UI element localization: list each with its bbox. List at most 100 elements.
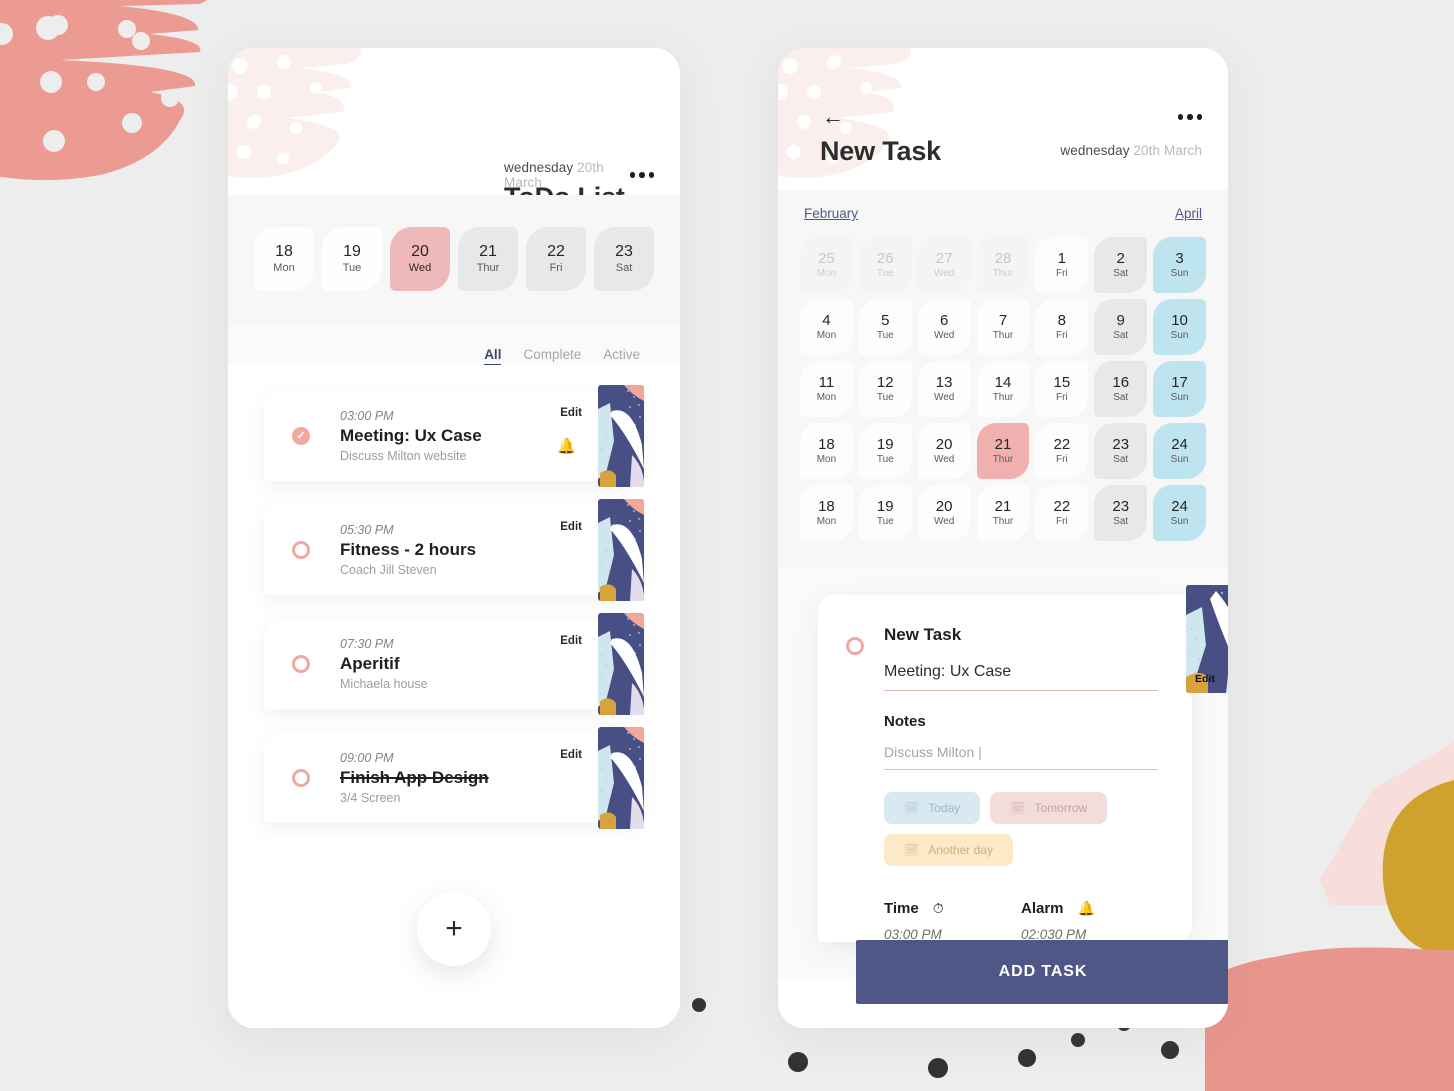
calendar-day-number: 3 [1175, 250, 1184, 268]
calendar-day-cell[interactable]: 18 Mon [800, 423, 853, 479]
calendar-day-cell[interactable]: 16 Sat [1094, 361, 1148, 417]
calendar-day-label: Mon [816, 515, 837, 527]
calendar-day-cell[interactable]: 19 Tue [858, 485, 912, 541]
calendar-day-cell[interactable]: 21 Thur [976, 485, 1030, 541]
task-title: Meeting: Ux Case [340, 426, 482, 445]
calendar-day-cell[interactable]: 22 Fri [1035, 423, 1089, 479]
calendar-day-cell[interactable]: 3 Sun [1153, 237, 1206, 293]
more-horizontal-icon[interactable] [1177, 114, 1202, 120]
filter-tab-active[interactable]: Active [603, 347, 640, 365]
date-preset-chips: 🗓 Today 🗓 Tomorrow 🗓 Another day [884, 792, 1158, 866]
calendar-month-nav: February April [800, 206, 1206, 221]
task-radio-icon[interactable] [292, 655, 310, 673]
calendar-day-cell[interactable]: 20 Wed [917, 485, 971, 541]
filter-tab-all[interactable]: All [484, 347, 502, 365]
date-chip[interactable]: 🗓 Today [884, 792, 981, 824]
calendar-icon: 🗓 [1010, 801, 1026, 815]
task-radio-icon[interactable] [292, 769, 310, 787]
day-pill[interactable]: 19 Tue [322, 227, 382, 291]
arrow-left-icon[interactable]: ← [822, 106, 844, 128]
more-horizontal-icon[interactable] [629, 172, 654, 178]
next-month-link[interactable]: April [1175, 206, 1202, 221]
calendar-day-number: 15 [1053, 374, 1071, 392]
calendar-day-cell[interactable]: 22 Fri [1035, 485, 1089, 541]
calendar-day-cell[interactable]: 28 Thur [976, 237, 1030, 293]
clock-icon[interactable]: ⏱ [933, 900, 944, 917]
day-pill[interactable]: 23 Sat [594, 227, 654, 291]
filter-tab-complete[interactable]: Complete [523, 347, 581, 365]
calendar-day-cell[interactable]: 26 Tue [858, 237, 912, 293]
bell-icon[interactable]: 🔔 [1078, 900, 1095, 917]
add-task-button[interactable]: ADD TASK [856, 940, 1228, 1004]
calendar-day-cell[interactable]: 19 Tue [858, 423, 912, 479]
calendar-day-cell[interactable]: 10 Sun [1153, 299, 1206, 355]
task-edit-button[interactable]: Edit [560, 521, 582, 533]
calendar-day-cell[interactable]: 2 Sat [1094, 237, 1148, 293]
thumbnail-edit-button[interactable]: Edit [1195, 673, 1215, 685]
calendar-day-cell[interactable]: 21 Thur [976, 423, 1030, 479]
task-card[interactable]: 03:00 PM Meeting: Ux Case Discuss Milton… [264, 385, 644, 487]
calendar-day-cell[interactable]: 23 Sat [1094, 423, 1148, 479]
add-task-fab[interactable]: + [417, 892, 491, 966]
notes-label: Notes [884, 713, 926, 730]
date-chip[interactable]: 🗓 Tomorrow [990, 792, 1108, 824]
calendar-day-cell[interactable]: 15 Fri [1035, 361, 1089, 417]
calendar-day-number: 2 [1116, 250, 1125, 268]
calendar-day-cell[interactable]: 27 Wed [917, 237, 971, 293]
day-pill[interactable]: 22 Fri [526, 227, 586, 291]
new-task-header: ← New Task wednesday 20th March [778, 48, 1228, 190]
calendar-day-cell[interactable]: 1 Fri [1035, 237, 1089, 293]
task-radio-icon[interactable] [292, 541, 310, 559]
day-pill[interactable]: 21 Thur [458, 227, 518, 291]
task-edit-button[interactable]: Edit [560, 635, 582, 647]
calendar-day-number: 21 [994, 436, 1012, 454]
date-chip[interactable]: 🗓 Another day [884, 834, 1013, 866]
calendar-day-cell[interactable]: 13 Wed [917, 361, 971, 417]
task-card[interactable]: 09:00 PM Finish App Design 3/4 Screen Ed… [264, 727, 644, 829]
calendar-day-cell[interactable]: 18 Mon [800, 485, 853, 541]
calendar-day-cell[interactable]: 25 Mon [800, 237, 853, 293]
bell-icon[interactable]: 🔔 [557, 437, 576, 455]
calendar-day-cell[interactable]: 14 Thur [976, 361, 1030, 417]
calendar-day-cell[interactable]: 23 Sat [1094, 485, 1148, 541]
calendar-day-label: Sat [1113, 329, 1129, 341]
task-thumbnail-image [598, 727, 644, 829]
task-checked-icon[interactable] [292, 427, 310, 445]
calendar-day-label: Sat [1113, 391, 1129, 403]
prev-month-link[interactable]: February [804, 206, 858, 221]
calendar-day-number: 16 [1112, 374, 1130, 392]
calendar-day-cell[interactable]: 24 Sun [1153, 485, 1206, 541]
task-edit-button[interactable]: Edit [560, 407, 582, 419]
calendar-day-cell[interactable]: 12 Tue [858, 361, 912, 417]
day-pill-number: 22 [547, 242, 565, 260]
task-card[interactable]: 05:30 PM Fitness - 2 hours Coach Jill St… [264, 499, 644, 601]
calendar-day-label: Thur [992, 391, 1014, 403]
calendar-day-number: 4 [822, 312, 831, 330]
calendar-day-number: 24 [1171, 498, 1188, 516]
day-pill[interactable]: 18 Mon [254, 227, 314, 291]
task-title-input[interactable]: Meeting: Ux Case [884, 663, 1158, 691]
task-edit-button[interactable]: Edit [560, 749, 582, 761]
calendar-day-label: Sun [1170, 515, 1189, 527]
calendar-day-cell[interactable]: 20 Wed [917, 423, 971, 479]
calendar-day-cell[interactable]: 5 Tue [858, 299, 912, 355]
calendar-day-number: 20 [935, 498, 953, 516]
calendar-day-cell[interactable]: 11 Mon [800, 361, 853, 417]
calendar-day-number: 27 [935, 250, 953, 268]
calendar-day-cell[interactable]: 17 Sun [1153, 361, 1206, 417]
calendar-day-number: 24 [1171, 436, 1188, 454]
calendar-day-label: Sat [1113, 267, 1129, 279]
calendar-day-cell[interactable]: 7 Thur [976, 299, 1030, 355]
task-card[interactable]: 07:30 PM Aperitif Michaela house Edit [264, 613, 644, 715]
notes-input[interactable]: Discuss Milton | [884, 744, 1158, 770]
calendar-day-number: 9 [1116, 312, 1125, 330]
calendar-day-cell[interactable]: 6 Wed [917, 299, 971, 355]
new-task-radio-icon[interactable] [846, 637, 864, 655]
calendar-day-label: Sun [1170, 391, 1189, 403]
day-pill[interactable]: 20 Wed [390, 227, 450, 291]
calendar-day-cell[interactable]: 9 Sat [1094, 299, 1148, 355]
task-thumbnail-image [598, 613, 644, 715]
calendar-day-cell[interactable]: 4 Mon [800, 299, 853, 355]
calendar-day-cell[interactable]: 8 Fri [1035, 299, 1089, 355]
calendar-day-cell[interactable]: 24 Sun [1153, 423, 1206, 479]
